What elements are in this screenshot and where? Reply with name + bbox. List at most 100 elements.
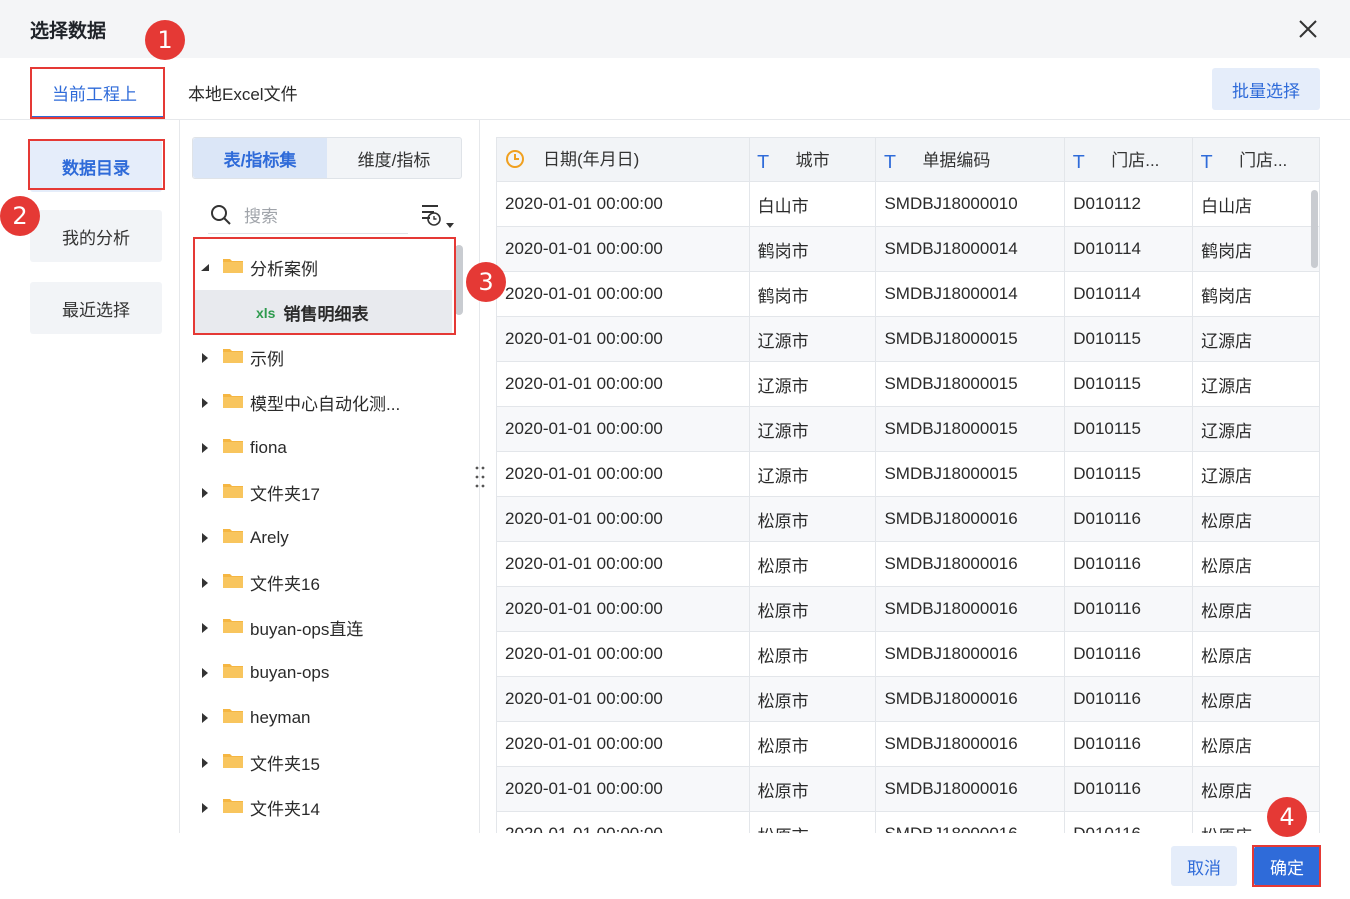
nav-item-data-catalog[interactable]: 数据目录 [30,140,162,192]
tree-folder-item[interactable]: 文件夹14 [194,785,452,830]
table-cell: 2020-01-01 00:00:00 [496,316,750,362]
search-input[interactable]: 搜索 [208,196,408,234]
table-cell: 松原店 [1192,676,1320,722]
tree-item-label: 分析案例 [250,260,318,279]
table-cell: SMDBJ18000015 [875,451,1066,497]
table-cell: SMDBJ18000014 [875,271,1066,317]
table-row: 2020-01-01 00:00:00松原市SMDBJ18000016D0101… [496,676,1320,722]
table-cell: SMDBJ18000016 [875,541,1066,587]
sort-filter-icon[interactable] [420,202,456,232]
tree-item-label: fiona [250,437,287,457]
table-cell: SMDBJ18000016 [875,721,1066,767]
caret-down-icon[interactable] [194,263,216,273]
table-row: 2020-01-01 00:00:00 白山市 SMDBJ18000010 D0101… [496,181,1320,227]
table-cell: D010116 [1064,721,1194,767]
table-cell: 辽源店 [1192,361,1320,407]
tree-folder-item[interactable]: Arely [194,515,452,560]
table-cell: 松原市 [748,676,877,722]
table-cell: 2020-01-01 00:00:00 [496,361,750,407]
table-cell: 松原市 [748,766,877,812]
tree-folder-item[interactable]: heyman [194,695,452,740]
table-cell: D010114 [1064,226,1194,272]
table-cell: 辽源市 [748,451,877,497]
table-row: 2020-01-01 00:00:00松原市SMDBJ18000016D0101… [496,766,1320,812]
table-cell: SMDBJ18000016 [875,496,1066,542]
tree-item-label: 模型中心自动化测... [250,395,401,414]
tab-local-excel[interactable]: 本地Excel文件 [188,80,298,105]
column-header[interactable]: T 门店... [1064,137,1194,182]
caret-right-icon[interactable] [194,802,216,813]
caret-right-icon[interactable] [194,532,216,543]
column-header[interactable]: T 门店... [1192,137,1320,182]
cancel-button[interactable]: 取消 [1171,846,1237,886]
tree-folder-item[interactable]: buyan-ops [194,650,452,695]
table-cell: 松原店 [1192,496,1320,542]
caret-right-icon[interactable] [194,442,216,453]
table-row: 2020-01-01 00:00:00松原市SMDBJ18000016D0101… [496,811,1320,833]
table-row: 2020-01-01 00:00:00松原市SMDBJ18000016D0101… [496,586,1320,632]
tree-folder-item[interactable]: buyan-ops直连 [194,605,452,650]
table-cell: D010114 [1064,271,1194,317]
table-cell: D010116 [1064,541,1194,587]
table-cell: 松原店 [1192,631,1320,677]
caret-right-icon[interactable] [194,577,216,588]
table-row: 2020-01-01 00:00:00松原市SMDBJ18000016D0101… [496,541,1320,587]
table-cell: 松原市 [748,811,877,833]
table-cell: SMDBJ18000015 [875,361,1066,407]
tree-folder-item[interactable]: 文件夹17 [194,470,452,515]
table-cell: D010116 [1064,766,1194,812]
catalog-panel: 表/指标集 维度/指标 搜索 分析案例 xls 销售明细表示例模型中心自动化测...… [180,120,480,833]
table-cell: 鹤岗店 [1192,226,1320,272]
column-header[interactable]: T 单据编码 [875,137,1066,182]
tree-folder-item[interactable]: 示例 [194,335,452,380]
nav-item-recent[interactable]: 最近选择 [30,282,162,334]
caret-right-icon[interactable] [194,622,216,633]
table-cell: 松原市 [748,586,877,632]
table-cell: 辽源市 [748,316,877,362]
folder-icon [222,481,244,504]
table-cell: D010112 [1064,181,1194,227]
caret-right-icon[interactable] [194,667,216,678]
tree-item-label: 销售明细表 [283,305,369,324]
excel-table-icon: xls [256,304,276,321]
column-header[interactable]: 日期(年月日) [496,137,750,182]
data-preview-grid: 日期(年月日) T 城市 T 单据编码 T 门店... T 门店... 2020-01-01 0… [496,137,1320,833]
text-type-icon: T [1073,151,1085,173]
confirm-button[interactable]: 确定 [1254,846,1320,886]
segment-dimension-indicator[interactable]: 维度/指标 [327,138,461,178]
tree-folder-item[interactable]: fiona [194,425,452,470]
caret-right-icon[interactable] [194,757,216,768]
table-cell: 2020-01-01 00:00:00 [496,226,750,272]
caret-right-icon[interactable] [194,397,216,408]
grid-scrollbar[interactable] [1311,190,1318,268]
table-cell: 2020-01-01 00:00:00 [496,721,750,767]
tree-folder-item[interactable]: 模型中心自动化测... [194,380,452,425]
tree-table-item[interactable]: xls 销售明细表 [194,290,452,335]
tree-folder-item[interactable]: 文件夹15 [194,740,452,785]
column-header-label: 单据编码 [922,151,991,171]
step-marker-1: 1 [145,20,185,60]
tree-item-label: buyan-ops [250,662,330,682]
column-header[interactable]: T 城市 [748,137,877,182]
tab-current-project[interactable]: 当前工程上 [52,80,137,105]
segment-table-indicator-set[interactable]: 表/指标集 [193,138,327,178]
table-cell: 白山市 [748,181,877,227]
caret-right-icon[interactable] [194,712,216,723]
tree-folder-item[interactable]: 文件夹16 [194,560,452,605]
table-cell: 辽源店 [1192,451,1320,497]
folder-icon [222,616,244,639]
folder-icon [222,661,244,684]
tree-folder-item[interactable]: 分析案例 [194,245,452,290]
nav-item-my-analysis[interactable]: 我的分析 [30,210,162,262]
table-cell: 松原市 [748,631,877,677]
tree-scrollbar[interactable] [455,245,463,315]
panel-resize-handle[interactable] [474,465,486,489]
caret-right-icon[interactable] [194,487,216,498]
folder-icon [222,751,244,774]
table-cell: 鹤岗市 [748,271,877,317]
close-icon[interactable] [1295,16,1321,42]
caret-right-icon[interactable] [194,352,216,363]
batch-select-button[interactable]: 批量选择 [1212,68,1320,110]
folder-icon [222,256,244,279]
tree-item-label: 示例 [250,350,284,369]
